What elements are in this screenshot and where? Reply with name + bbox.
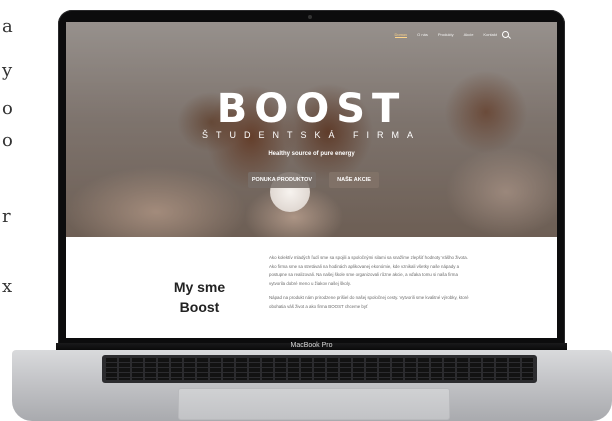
hero-section: Domov O nás Produkty Akcie Kontakt BOOST… — [66, 22, 557, 237]
brand-subtitle: ŠTUDENTSKÁ FIRMA — [201, 130, 421, 140]
events-button[interactable]: NAŠE AKCIE — [329, 172, 379, 188]
keyboard-keys — [106, 358, 533, 380]
laptop-mockup: Domov O nás Produkty Akcie Kontakt BOOST… — [0, 0, 612, 421]
nav-item-products[interactable]: Produkty — [438, 32, 454, 38]
about-text: Ako kolektív mladých ľudí sme sa spojili… — [269, 254, 469, 318]
brand-title: BOOST — [216, 86, 407, 132]
about-title-line1: My sme — [173, 279, 226, 295]
about-paragraph: Ako kolektív mladých ľudí sme sa spojili… — [269, 255, 468, 286]
about-title-line2: Boost — [179, 299, 220, 315]
website-screen: Domov O nás Produkty Akcie Kontakt BOOST… — [66, 22, 557, 338]
search-icon[interactable] — [502, 31, 509, 38]
hero-tagline: Healthy source of pure energy — [268, 151, 355, 157]
about-section: My sme Boost Ako kolektív mladých ľudí s… — [66, 237, 557, 338]
model-label: MacBook Pro — [290, 342, 333, 349]
products-button[interactable]: PONUKA PRODUKTOV — [248, 172, 316, 188]
about-paragraph: Nápad na produkt nám prirodzene prišiel … — [269, 295, 469, 309]
nav-item-home[interactable]: Domov — [394, 32, 408, 38]
laptop-base — [12, 350, 612, 421]
camera-icon — [308, 15, 312, 19]
nav-item-events[interactable]: Akcie — [464, 32, 474, 38]
about-title: My sme Boost — [152, 277, 247, 317]
nav-item-about[interactable]: O nás — [417, 32, 428, 38]
nav-item-contact[interactable]: Kontakt — [483, 32, 497, 38]
top-navigation: Domov O nás Produkty Akcie Kontakt — [394, 32, 497, 38]
trackpad — [178, 388, 450, 420]
